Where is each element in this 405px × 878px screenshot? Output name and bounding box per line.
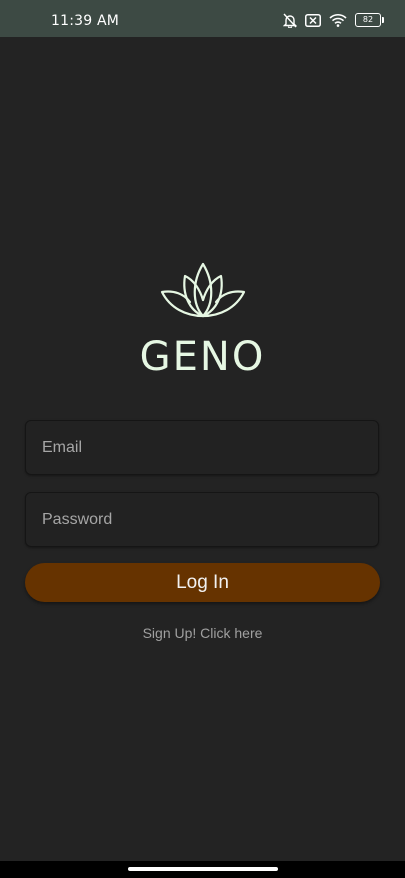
email-field[interactable] (25, 420, 379, 475)
login-button[interactable]: Log In (25, 563, 380, 602)
status-icons: 82 (283, 12, 384, 28)
home-indicator[interactable] (128, 867, 278, 871)
password-input[interactable] (26, 493, 378, 546)
bell-muted-icon (283, 13, 297, 28)
navigation-bar (0, 861, 405, 878)
sim-x-icon (305, 13, 321, 27)
app-title: GENO (139, 334, 266, 380)
lotus-icon (158, 260, 248, 320)
status-bar: 11:39 AM 82 (0, 0, 405, 37)
email-input[interactable] (26, 421, 378, 474)
wifi-icon (329, 13, 347, 27)
signup-link[interactable]: Sign Up! Click here (0, 625, 405, 641)
status-time: 11:39 AM (51, 13, 120, 29)
password-field[interactable] (25, 492, 379, 547)
battery-icon: 82 (355, 13, 384, 27)
